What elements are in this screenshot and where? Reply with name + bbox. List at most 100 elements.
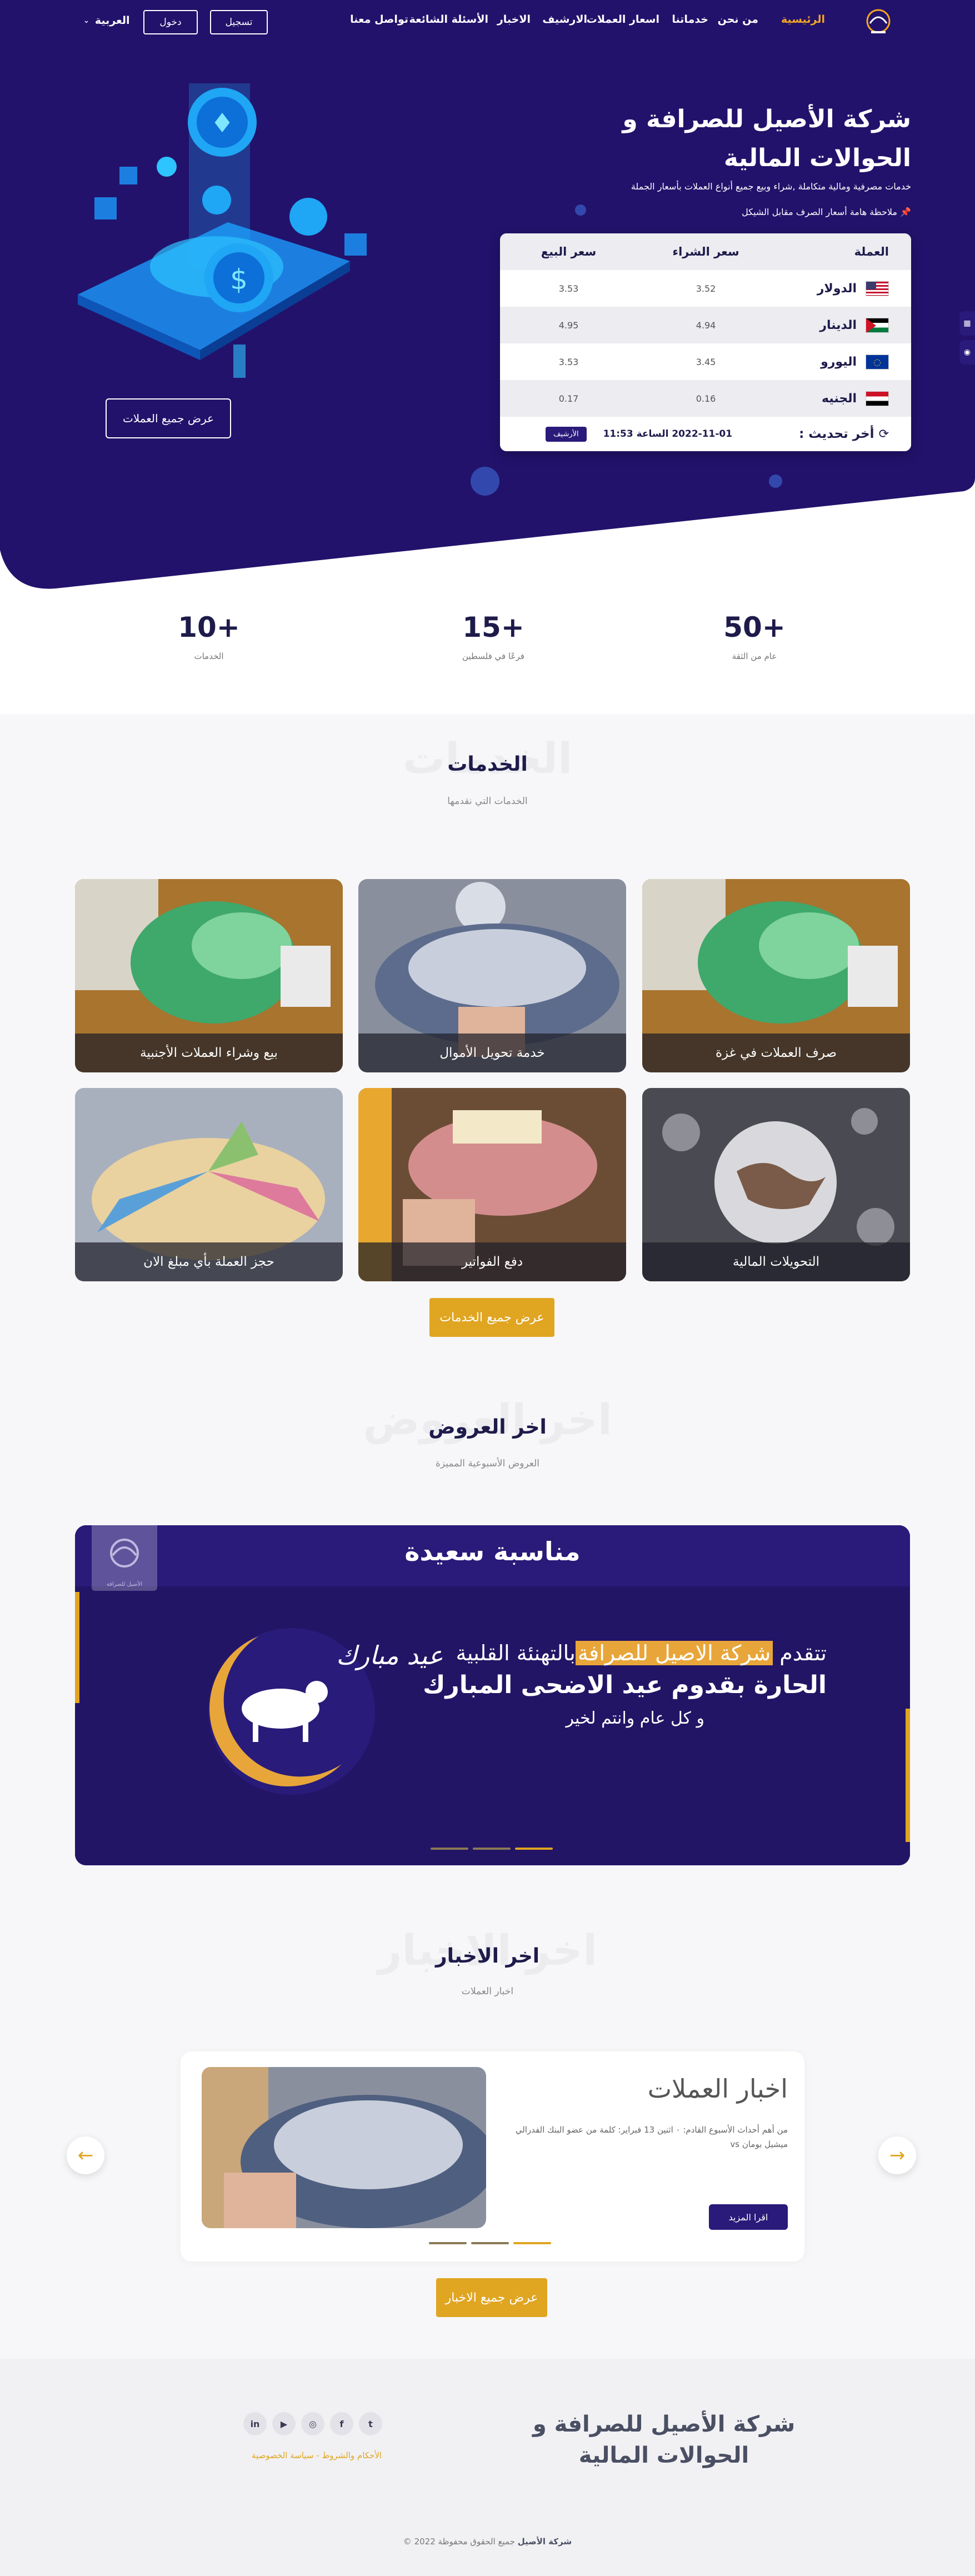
language-label: العربية	[94, 14, 130, 27]
arrow-left-icon: ←	[77, 2144, 94, 2166]
next-arrow-button[interactable]: →	[878, 2136, 916, 2174]
service-card-caption: بيع وشراء العملات الأجنبية	[75, 1034, 343, 1072]
nav-archive[interactable]: الارشيف	[542, 13, 587, 26]
news-subtitle: اخبار العملات	[461, 1986, 514, 1997]
chat-icon: ◉	[963, 348, 971, 357]
service-card[interactable]: بيع وشراء العملات الأجنبية	[75, 879, 343, 1072]
banner-line-1-highlight: شركة الاصيل للصرافة	[575, 1641, 773, 1665]
sell-price: 3.53	[558, 356, 579, 367]
offers-title: اخر العروض	[428, 1416, 547, 1439]
nav-news[interactable]: الاخبار	[497, 13, 531, 26]
service-card[interactable]: خدمة تحويل الأموال	[358, 879, 626, 1072]
login-button[interactable]: دخول	[143, 10, 198, 34]
hero-section: ♦ $ الرئيسية من نحن خدماتنا اسعار العملا…	[0, 0, 975, 595]
news-card-body: من أهم أحداث الأسبوع القادم: ٠ اثنين 13 …	[515, 2125, 788, 2149]
svg-text:♦: ♦	[210, 108, 234, 139]
carousel-dot[interactable]	[473, 1848, 511, 1850]
footer-legal-links[interactable]: الأحكام والشروط - سياسة الخصوصية	[233, 2450, 400, 2460]
col-sell: سعر البيع	[541, 245, 597, 258]
col-buy: سعر الشراء	[672, 245, 739, 258]
table-row: ◌ اليورو 3.45 3.53	[500, 343, 911, 380]
banner-line-1: تتقدم شركة الاصيل للصرافةبالتهنئة القلبي…	[404, 1641, 827, 1665]
side-widget-tab[interactable]: ◉	[959, 340, 975, 365]
table-row: الجنيه 0.16 0.17	[500, 380, 911, 417]
hero-subtitle: خدمات مصرفية ومالية متكاملة ,شراء وبيع ج…	[631, 181, 911, 192]
view-all-services-button[interactable]: عرض جميع الخدمات	[429, 1298, 554, 1337]
currency-name: الدولار	[817, 281, 857, 296]
banner-line-3: و كل عام وانتم لخير	[566, 1709, 704, 1728]
instagram-icon[interactable]: ◎	[301, 2412, 324, 2435]
stat-value: 50+	[723, 611, 786, 643]
stat-value: 15+	[462, 611, 524, 643]
sell-price: 3.53	[558, 283, 579, 294]
us-flag-icon	[866, 281, 889, 296]
arrow-right-icon: →	[889, 2144, 906, 2166]
copyright-brand: شركة الأصيل	[517, 2537, 572, 2547]
view-all-currencies-button[interactable]: عرض جميع العملات	[106, 398, 231, 438]
refresh-icon[interactable]: ⟳	[879, 427, 889, 441]
nav-faq[interactable]: الأسئلة الشائعة	[409, 13, 489, 26]
logo[interactable]	[860, 7, 897, 38]
news-card[interactable]: اخبار العملات من أهم أحداث الأسبوع القاد…	[181, 2051, 804, 2262]
carousel-dot[interactable]	[471, 2242, 509, 2244]
hero-note-text: ملاحظة هامة أسعار الصرف مقابل الشيكل	[742, 207, 897, 217]
hero-title: شركة الأصيل للصرافة و الحوالات المالية	[622, 105, 911, 172]
side-widget-tab[interactable]: ▦	[959, 311, 975, 336]
news-card-title: اخبار العملات	[647, 2074, 788, 2104]
service-card-caption: حجز العملة بأي مبلغ الان	[75, 1242, 343, 1281]
language-selector[interactable]: ⌄ العربية	[83, 14, 130, 27]
buy-price: 3.45	[696, 356, 716, 367]
banner-logo-text: الأصيل للصرافة	[106, 1581, 143, 1587]
nav-contact[interactable]: تواصل معنا	[350, 13, 408, 26]
offers-subtitle: العروض الأسبوعية المميزة	[436, 1458, 539, 1469]
buy-price: 4.94	[696, 319, 716, 331]
pin-icon: 📌	[900, 207, 911, 217]
currency-name: الدينار	[819, 318, 857, 332]
facebook-icon[interactable]: f	[330, 2412, 353, 2435]
svg-text:$: $	[230, 263, 248, 296]
news-title: اخر الاخبار	[435, 1945, 540, 1968]
table-row: الدينار 4.94 4.95	[500, 307, 911, 343]
news-photo	[202, 2067, 486, 2228]
nav-services[interactable]: خدماتنا	[672, 13, 708, 26]
carousel-dot-active[interactable]	[513, 2242, 551, 2244]
service-card-caption: التحويلات المالية	[642, 1242, 910, 1281]
currency-name: الجنيه	[822, 391, 857, 406]
sell-price: 4.95	[558, 319, 579, 331]
copyright-text: جميع الحقوق محفوظة	[438, 2537, 515, 2547]
last-update-label: أخر تحديث :	[799, 427, 874, 441]
carousel-dot[interactable]	[431, 1848, 468, 1850]
carousel-dot-active[interactable]	[515, 1848, 553, 1850]
table-row: الدولار 3.52 3.53	[500, 270, 911, 307]
prev-arrow-button[interactable]: ←	[67, 2136, 104, 2174]
twitter-icon[interactable]: t	[359, 2412, 382, 2435]
hero-note: 📌 ملاحظة هامة أسعار الصرف مقابل الشيكل	[467, 207, 911, 217]
carousel-dot[interactable]	[429, 2242, 467, 2244]
table-header: العملة سعر الشراء سعر البيع	[500, 233, 911, 270]
sell-price: 0.17	[558, 393, 579, 404]
register-button[interactable]: تسجيل	[210, 10, 268, 34]
copyright: © 2022 شركة الأصيل جميع الحقوق محفوظة	[0, 2537, 975, 2547]
service-card[interactable]: حجز العملة بأي مبلغ الان	[75, 1088, 343, 1281]
service-card[interactable]: دفع الفواتير	[358, 1088, 626, 1281]
service-card-caption: دفع الفواتير	[358, 1242, 626, 1281]
view-all-news-button[interactable]: عرض جميع الاخبار	[436, 2278, 547, 2317]
linkedin-icon[interactable]: in	[243, 2412, 267, 2435]
nav-home[interactable]: الرئيسية	[781, 13, 825, 26]
offers-banner[interactable]: عيد مبارك الأصيل للصرافة مناسبة سعيدة تت…	[75, 1525, 910, 1865]
stat-label: عام من الثقة	[732, 651, 777, 661]
youtube-icon[interactable]: ▶	[272, 2412, 296, 2435]
banner-line-2: الحارة بقدوم عيد الاضحى المبارك	[423, 1671, 827, 1699]
stat-label: فرعًا في فلسطين	[462, 651, 524, 661]
service-card[interactable]: صرف العملات في غزة	[642, 879, 910, 1072]
service-card-caption: صرف العملات في غزة	[642, 1034, 910, 1072]
archive-button[interactable]: الأرشيف	[545, 426, 587, 442]
stat-value: 10+	[178, 611, 240, 643]
read-more-button[interactable]: اقرا المزيد	[709, 2204, 788, 2230]
nav-about[interactable]: من نحن	[718, 13, 758, 26]
stat-label: الخدمات	[194, 651, 224, 661]
nav-prices[interactable]: اسعار العملات	[587, 13, 659, 26]
service-card[interactable]: التحويلات المالية	[642, 1088, 910, 1281]
logo-mark	[866, 9, 891, 33]
last-update-row: ⟳ أخر تحديث : 2022-11-01 الساعة 11:53 ال…	[500, 417, 911, 451]
